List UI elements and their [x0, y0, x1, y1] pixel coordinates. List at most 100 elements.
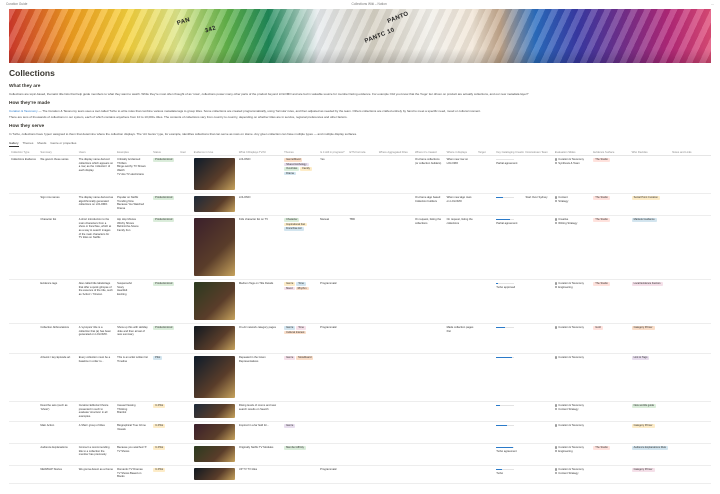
status-dot-icon	[554, 326, 558, 329]
table-row[interactable]: Sign row names The display name derived a…	[9, 193, 711, 217]
cell-evidence	[191, 193, 237, 217]
table-row[interactable]: Describe sets (such as 'Ghost') Curation …	[9, 401, 711, 423]
table-row[interactable]: Collection Abbreviations A 'synopsis' tit…	[9, 323, 711, 355]
theme-tag: Moodboard	[296, 356, 314, 360]
table-row[interactable]: Evidence tags Also called title labels/ta…	[9, 279, 711, 325]
cell-themes	[282, 401, 319, 423]
cell-files	[376, 155, 413, 195]
cell-examples: Because you watched 'X' TV Shows	[115, 443, 152, 467]
cell-themes: Genre/MoodShared AnthologyOverrides Famil…	[282, 155, 319, 195]
slide-item: Engineering	[554, 450, 589, 454]
cell-status: In Pilot	[151, 443, 179, 467]
evidence-thumbnail[interactable]	[193, 158, 235, 191]
evidence-thumbnail[interactable]	[193, 468, 235, 481]
cell-created	[412, 401, 445, 423]
theme-tag: Franchise Arc	[284, 227, 304, 231]
slide-item: Content Strategy	[554, 472, 589, 476]
status-badge: In Pilot	[153, 468, 166, 472]
cell-decides: Category Primer	[629, 323, 671, 355]
evidence-thumbnail[interactable]	[193, 196, 235, 213]
cell-user	[178, 215, 192, 281]
table-row[interactable]: Audience Explanations Connect a recommend…	[9, 443, 711, 467]
cell-displays	[444, 401, 477, 423]
curation-link[interactable]: Curation & Taxonomy	[9, 109, 38, 113]
theme-tag: Genre	[284, 282, 296, 286]
cell-slides: Curation & Taxonomy Synthesis & Team	[552, 155, 592, 195]
cell-collection-type	[9, 323, 39, 355]
cell-created	[412, 353, 445, 403]
cell-formula	[347, 155, 377, 195]
cell-key	[494, 421, 524, 445]
cell-target	[476, 323, 495, 355]
cell-examples: Show up this with Holiday Joke and then …	[115, 323, 152, 355]
cell-displays	[444, 279, 477, 325]
view-tab[interactable]: Themes	[23, 141, 34, 147]
cell-created	[412, 323, 445, 355]
view-tab[interactable]: Moods	[37, 141, 46, 147]
cell-target	[476, 155, 495, 195]
cell-progress: Programmatic	[318, 279, 348, 325]
evidence-thumbnail[interactable]	[193, 404, 235, 419]
cell-slides: Curation & Taxonomy	[552, 421, 592, 445]
status-dot-icon	[554, 196, 558, 199]
evidence-thumbnail[interactable]	[193, 424, 235, 441]
cell-user	[178, 155, 192, 195]
cell-progress	[318, 353, 348, 403]
cell-files	[376, 215, 413, 281]
cell-key	[494, 401, 524, 423]
cell-users: A 'synopsis' title is a collection that …	[76, 323, 116, 355]
evidence-thumbnail[interactable]	[193, 356, 235, 399]
cell-collection-type	[9, 215, 39, 281]
table-row[interactable]: Collections Evidence We govern these seri…	[9, 155, 711, 195]
view-tab[interactable]: Gallery	[9, 141, 19, 148]
cell-decides: Local Evidence Factors	[629, 279, 671, 325]
cell-users: We gonna detect as a theme	[76, 465, 116, 485]
table-row[interactable]: Artwork / key Episode art Every collectio…	[9, 353, 711, 403]
cell-slides: Content Strategy	[552, 193, 592, 217]
cell-formula	[347, 465, 377, 485]
evidence-thumbnail[interactable]	[193, 282, 235, 321]
cell-slides: Curation & Taxonomy Content Strategy	[552, 465, 592, 485]
cell-evidence	[191, 465, 237, 485]
cell-collection-type	[9, 193, 39, 217]
status-badge: Productionized	[153, 158, 175, 162]
table-row[interactable]: Main Action A 'Main' group of titles Biogr…	[9, 421, 711, 445]
cell-user	[178, 443, 192, 467]
decision-tag: Category Primer	[631, 424, 655, 428]
evidence-thumbnail[interactable]	[193, 326, 235, 351]
cell-created: On-frame collections (or collection buil…	[412, 155, 445, 195]
cell-decides: Category Primer	[629, 421, 671, 445]
progress-bar	[496, 326, 515, 329]
cell-notes	[670, 215, 711, 281]
database-view-tabs: Gallery Themes Moods Genre or properties	[9, 141, 711, 148]
cell-display: Rising levels of rooms and new search re…	[236, 401, 283, 423]
cell-team	[523, 443, 553, 467]
progress-bar	[496, 218, 515, 221]
decision-tag: Category Primer	[631, 326, 655, 330]
cell-displays: When new algo rows on LOLOMO	[444, 193, 477, 217]
status-dot-icon	[554, 199, 558, 203]
window-menu-icon[interactable]: ⋯	[711, 2, 714, 6]
cell-surface	[591, 353, 630, 403]
cell-target	[476, 443, 495, 467]
evidence-thumbnail[interactable]	[193, 218, 235, 277]
view-tab[interactable]: Genre or properties	[50, 141, 76, 147]
status-dot-icon	[554, 161, 558, 165]
cell-notes	[670, 465, 711, 485]
decision-tag: Local Evidence Factors	[631, 282, 663, 286]
cell-displays	[444, 443, 477, 467]
slide-item: Synthesis & Team	[554, 161, 589, 166]
cell-display: On-Air network category pages	[236, 323, 283, 355]
cell-collection-type	[9, 353, 39, 403]
cell-summary: We govern these series	[38, 155, 77, 195]
status-badge: Productionized	[153, 326, 175, 330]
cell-user	[178, 421, 192, 445]
status-dot-icon	[554, 221, 558, 225]
cell-display: Repeated in the Given Representatives	[236, 353, 283, 403]
evidence-thumbnail[interactable]	[193, 446, 235, 463]
table-row[interactable]: Character list A short introduction to th…	[9, 215, 711, 281]
cell-summary: NEW/DAP Stories	[38, 465, 77, 485]
cell-summary: Artwork / key Episode art	[38, 353, 77, 403]
cell-formula	[347, 279, 377, 325]
table-row[interactable]: NEW/DAP Stories We gonna detect as a them…	[9, 465, 711, 485]
